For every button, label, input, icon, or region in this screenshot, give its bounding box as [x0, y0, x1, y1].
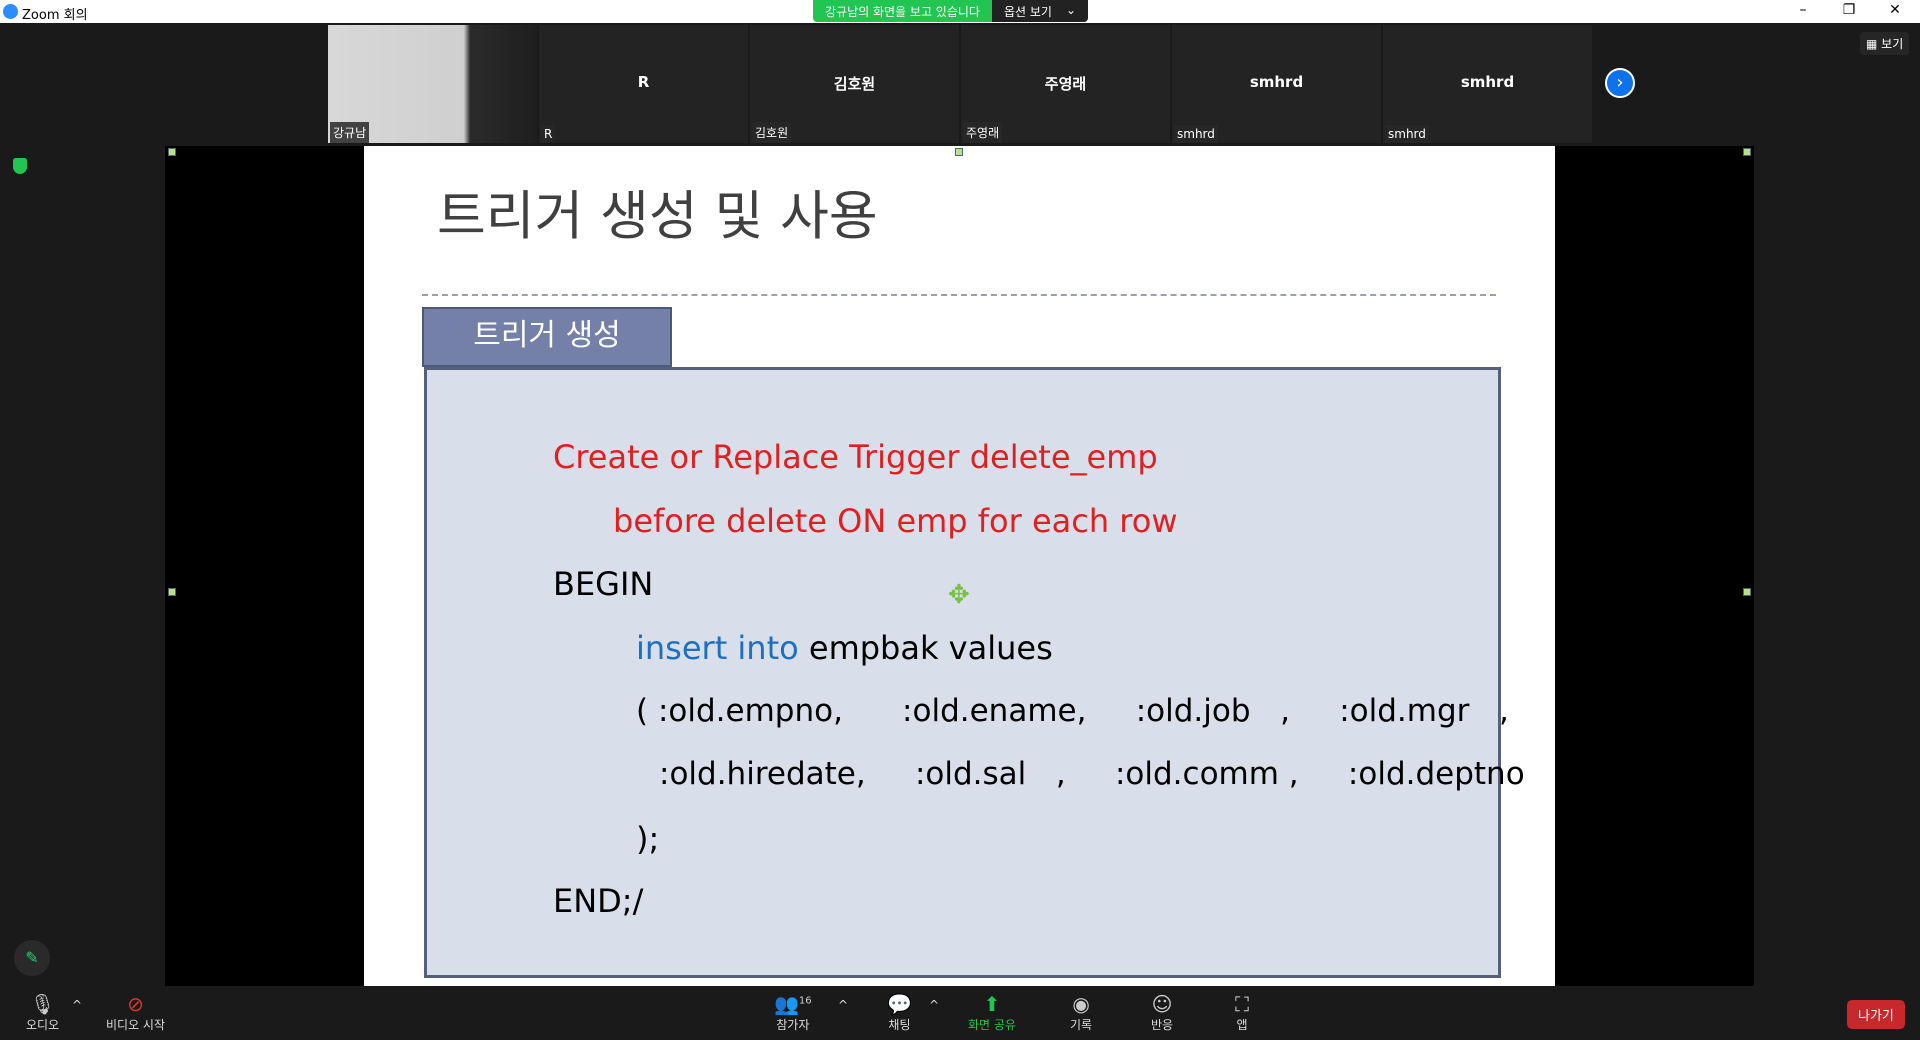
participant-name: smhrd — [1460, 73, 1515, 91]
apps-button[interactable]: ⛶ 앱 — [1235, 992, 1249, 1033]
share-banner: 강규남의 화면을 보고 있습니다 옵션 보기 ⌄ — [813, 0, 1089, 22]
participant-tile[interactable]: 강규남 — [328, 25, 537, 143]
chat-icon: 💬 — [887, 992, 912, 1016]
meeting-toolbar: 🎙 오디오 ^ ⊘ 비디오 시작 👥16 참가자 ^ 💬 채팅 ^ ⬆ 화면 공유 ◉ 기록… — [0, 986, 1920, 1040]
view-options-label: 옵션 보기 — [1003, 5, 1052, 19]
participants-button[interactable]: 👥16 참가자 — [774, 992, 812, 1033]
audio-label: 오디오 — [26, 1018, 60, 1032]
apps-icon: ⛶ — [1235, 992, 1249, 1016]
participant-count: 16 — [798, 995, 812, 1007]
participant-label: smhrd — [1385, 125, 1429, 143]
code-line: ( :old.empno, :old.ename, :old.job , :ol… — [636, 693, 1509, 729]
participant-label: 주영래 — [963, 122, 1003, 143]
leave-button[interactable]: 나가기 — [1847, 1000, 1905, 1029]
resize-handle[interactable] — [168, 148, 176, 156]
chat-options-caret[interactable]: ^ — [929, 998, 939, 1012]
participant-label: 김호원 — [752, 122, 792, 143]
participant-tile[interactable]: smhrd smhrd — [1383, 25, 1592, 143]
record-label: 기록 — [1070, 1018, 1093, 1032]
resize-handle[interactable] — [168, 588, 176, 596]
participant-tile[interactable]: 김호원 김호원 — [750, 25, 959, 143]
participant-label: smhrd — [1174, 125, 1218, 143]
resize-handle[interactable] — [1743, 588, 1751, 596]
share-label: 화면 공유 — [968, 1018, 1016, 1032]
divider — [422, 294, 1496, 296]
record-button[interactable]: ◉ 기록 — [1070, 992, 1092, 1033]
annotate-pen-icon[interactable]: ✎ — [14, 940, 50, 976]
reactions-button[interactable]: ☺ 반응 — [1151, 992, 1173, 1033]
share-screen-icon: ⬆ — [983, 992, 1001, 1016]
next-page-button[interactable]: › — [1605, 68, 1635, 98]
code-line: before delete ON emp for each row — [613, 502, 1178, 540]
code-line: insert into empbak values — [636, 629, 1053, 667]
participant-tile[interactable]: RR — [539, 25, 748, 143]
share-screen-button[interactable]: ⬆ 화면 공유 — [968, 992, 1016, 1033]
chat-button[interactable]: 💬 채팅 — [887, 992, 912, 1033]
participant-label: R — [541, 125, 556, 143]
participant-name: R — [637, 73, 650, 91]
microphone-icon: 🎙 — [29, 992, 56, 1016]
resize-handle[interactable] — [1743, 148, 1751, 156]
window-title: Zoom 회의 — [22, 8, 88, 23]
resize-handle[interactable] — [955, 148, 963, 156]
participant-name: smhrd — [1249, 73, 1304, 91]
code-line: ); — [636, 820, 660, 858]
video-button[interactable]: ⊘ 비디오 시작 — [106, 992, 165, 1033]
code-line: END;/ — [553, 882, 644, 920]
close-button[interactable]: ✕ — [1880, 2, 1910, 18]
code-text: empbak values — [798, 629, 1053, 667]
restore-button[interactable]: ❐ — [1834, 2, 1864, 18]
security-shield-icon[interactable] — [13, 158, 27, 174]
slide-title: 트리거 생성 및 사용 — [437, 186, 878, 247]
code-line: :old.hiredate, :old.sal , :old.comm , :o… — [659, 756, 1525, 792]
audio-options-caret[interactable]: ^ — [72, 998, 82, 1012]
participant-label: 강규남 — [330, 122, 370, 143]
apps-label: 앱 — [1236, 1018, 1248, 1032]
chat-label: 채팅 — [888, 1018, 911, 1032]
participant-name: 김호원 — [833, 75, 876, 93]
chevron-down-icon: ⌄ — [1065, 3, 1077, 17]
code-keyword: insert into — [636, 629, 799, 667]
reactions-icon: ☺ — [1151, 992, 1173, 1016]
video-off-icon: ⊘ — [127, 992, 144, 1016]
audio-button[interactable]: 🎙 오디오 — [26, 992, 59, 1033]
record-icon: ◉ — [1072, 992, 1090, 1016]
view-options-button[interactable]: 옵션 보기 ⌄ — [991, 0, 1089, 22]
section-tab: 트리거 생성 — [422, 307, 672, 367]
code-line: Create or Replace Trigger delete_emp — [553, 438, 1158, 476]
view-button[interactable]: ▦ 보기 — [1860, 32, 1910, 55]
zoom-logo-icon — [3, 4, 18, 19]
video-label: 비디오 시작 — [106, 1018, 166, 1032]
participants-label: 참가자 — [776, 1018, 810, 1032]
move-cursor-icon: ✥ — [948, 580, 970, 610]
participants-icon: 👥16 — [774, 992, 812, 1016]
participants-options-caret[interactable]: ^ — [838, 998, 848, 1012]
title-bar: Zoom 회의 강규남의 화면을 보고 있습니다 옵션 보기 ⌄ – ❐ ✕ — [0, 0, 1920, 23]
code-line: BEGIN — [553, 565, 654, 603]
participant-tile[interactable]: smhrd smhrd — [1172, 25, 1381, 143]
reactions-label: 반응 — [1151, 1018, 1174, 1032]
minimize-button[interactable]: – — [1788, 2, 1818, 18]
participant-name: 주영래 — [1044, 75, 1087, 93]
share-status: 강규남의 화면을 보고 있습니다 — [813, 0, 992, 22]
participant-tile[interactable]: 주영래 주영래 — [961, 25, 1170, 143]
